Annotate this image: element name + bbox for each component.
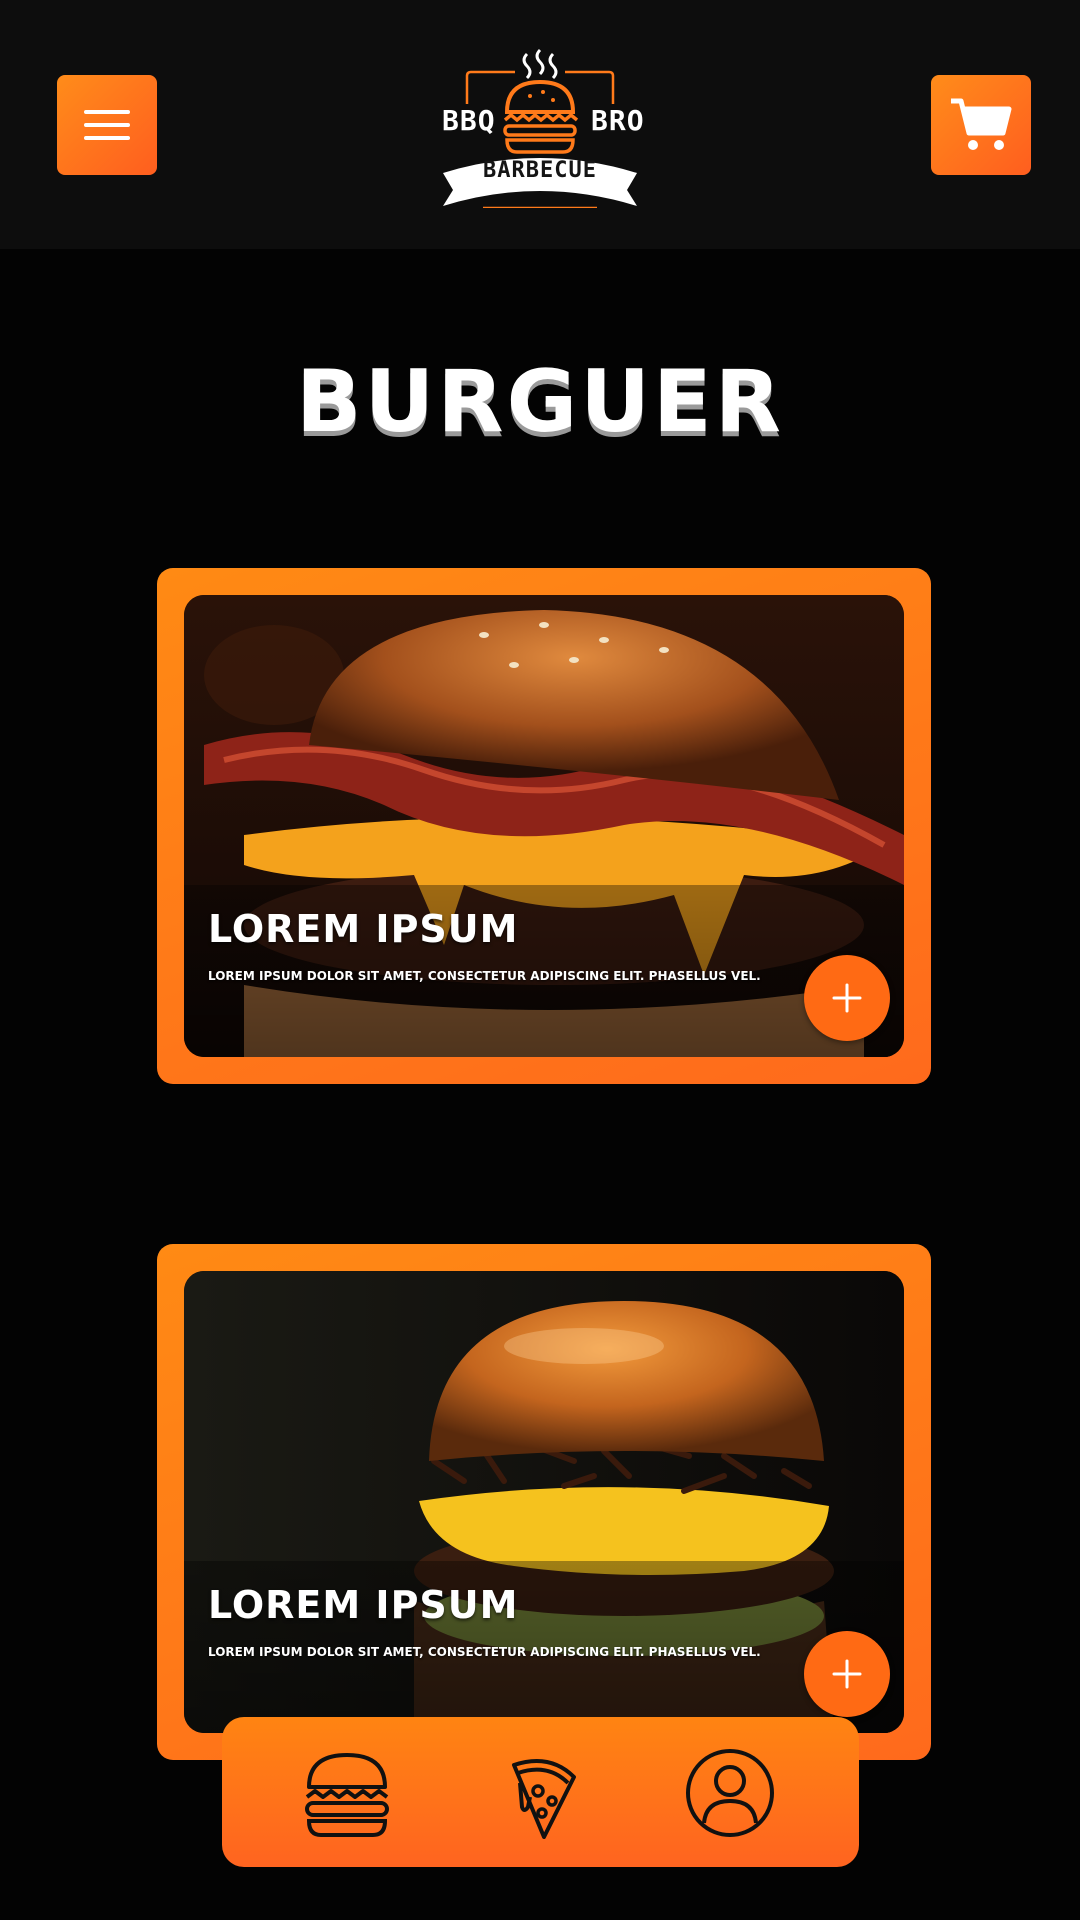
product-card[interactable]: LOREM IPSUM LOREM IPSUM DOLOR SIT AMET, … (157, 568, 931, 1084)
user-profile-icon (686, 1749, 774, 1837)
shopping-cart-icon (951, 98, 1012, 150)
cart-button[interactable] (931, 75, 1031, 175)
page-title: BURGUER (296, 352, 784, 452)
bottom-navigation (222, 1717, 859, 1867)
logo-word-left: BBQ (442, 104, 496, 137)
logo-word-right: BRO (591, 104, 645, 137)
burger-icon (305, 1753, 389, 1837)
nav-item-profile[interactable] (682, 1745, 778, 1841)
add-to-cart-button[interactable] (804, 955, 890, 1041)
logo-ribbon-text: BARBECUE (483, 158, 597, 183)
product-description: LOREM IPSUM DOLOR SIT AMET, CONSECTETUR … (208, 1645, 761, 1659)
product-title: LOREM IPSUM (208, 1583, 519, 1627)
nav-item-pizza[interactable] (492, 1745, 588, 1841)
product-image: LOREM IPSUM LOREM IPSUM DOLOR SIT AMET, … (184, 1271, 904, 1733)
product-card[interactable]: LOREM IPSUM LOREM IPSUM DOLOR SIT AMET, … (157, 1244, 931, 1760)
product-image: LOREM IPSUM LOREM IPSUM DOLOR SIT AMET, … (184, 595, 904, 1057)
plus-icon (832, 1659, 862, 1689)
product-description: LOREM IPSUM DOLOR SIT AMET, CONSECTETUR … (208, 969, 761, 983)
nav-item-burgers[interactable] (299, 1745, 395, 1841)
bbq-bro-logo: BBQ BRO BARBECUE (435, 48, 645, 208)
hamburger-menu-icon (84, 110, 130, 140)
menu-button[interactable] (57, 75, 157, 175)
plus-icon (832, 983, 862, 1013)
app-header: BBQ BRO BARBECUE (0, 0, 1080, 249)
add-to-cart-button[interactable] (804, 1631, 890, 1717)
product-title: LOREM IPSUM (208, 907, 519, 951)
pizza-icon (512, 1759, 576, 1839)
